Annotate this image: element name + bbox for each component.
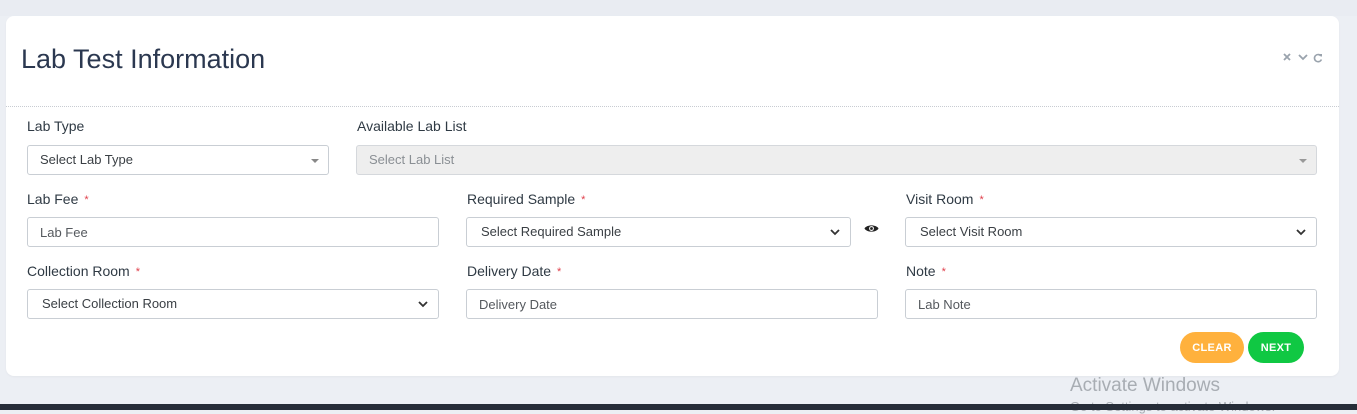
required-sample-value: Select Required Sample <box>481 224 622 239</box>
delivery-date-label: Delivery Date * <box>467 263 561 279</box>
header-divider <box>6 106 1339 107</box>
required-marker: * <box>84 194 89 206</box>
required-sample-select[interactable]: Select Required Sample <box>466 217 851 247</box>
visit-room-value: Select Visit Room <box>920 224 1023 239</box>
available-lab-list-select[interactable]: Select Lab List <box>356 145 1317 175</box>
required-marker: * <box>581 194 586 206</box>
activate-windows-watermark: Activate Windows <box>1070 375 1220 396</box>
required-marker: * <box>557 266 562 278</box>
visit-room-label: Visit Room * <box>906 191 984 207</box>
lab-fee-label-text: Lab Fee <box>27 191 79 207</box>
collection-room-label-text: Collection Room <box>27 263 130 279</box>
collection-room-value: Select Collection Room <box>42 296 178 311</box>
lab-fee-label: Lab Fee * <box>27 191 89 207</box>
top-strip <box>0 0 1357 16</box>
required-sample-label-text: Required Sample <box>467 191 576 207</box>
available-lab-list-label-text: Available Lab List <box>357 118 467 134</box>
caret-down-icon <box>311 159 319 163</box>
clear-button[interactable]: CLEAR <box>1180 332 1244 363</box>
collection-room-label: Collection Room * <box>27 263 140 279</box>
required-sample-label: Required Sample * <box>467 191 585 207</box>
card-title: Lab Test Information <box>21 44 266 74</box>
lab-fee-input[interactable] <box>27 217 439 247</box>
lab-type-value: Select Lab Type <box>40 152 133 167</box>
required-marker: * <box>941 266 946 278</box>
available-lab-list-value: Select Lab List <box>369 152 455 167</box>
required-marker: * <box>979 194 984 206</box>
lab-test-card: Lab Test Information <box>6 16 1339 376</box>
collection-room-select[interactable]: Select Collection Room <box>27 289 439 319</box>
note-input[interactable] <box>905 289 1317 319</box>
available-lab-list-label: Available Lab List <box>357 118 466 134</box>
chevron-down-icon <box>1296 229 1306 236</box>
visit-room-select[interactable]: Select Visit Room <box>905 217 1317 247</box>
close-icon[interactable] <box>1283 53 1293 63</box>
chevron-down-icon <box>830 229 840 236</box>
lab-type-label-text: Lab Type <box>27 118 85 134</box>
card-tools <box>1283 53 1323 63</box>
refresh-icon[interactable] <box>1313 53 1323 63</box>
note-label: Note * <box>906 263 946 279</box>
chevron-down-icon <box>418 301 428 308</box>
next-button[interactable]: NEXT <box>1248 332 1304 363</box>
eye-icon[interactable] <box>864 223 879 234</box>
lab-type-select[interactable]: Select Lab Type <box>27 145 329 175</box>
lab-type-label: Lab Type <box>27 118 84 134</box>
caret-down-icon <box>1299 159 1307 163</box>
chevron-down-icon[interactable] <box>1298 53 1308 63</box>
note-label-text: Note <box>906 263 936 279</box>
required-marker: * <box>135 266 140 278</box>
delivery-date-label-text: Delivery Date <box>467 263 552 279</box>
visit-room-label-text: Visit Room <box>906 191 974 207</box>
delivery-date-input[interactable] <box>466 289 878 319</box>
taskbar <box>0 404 1357 410</box>
